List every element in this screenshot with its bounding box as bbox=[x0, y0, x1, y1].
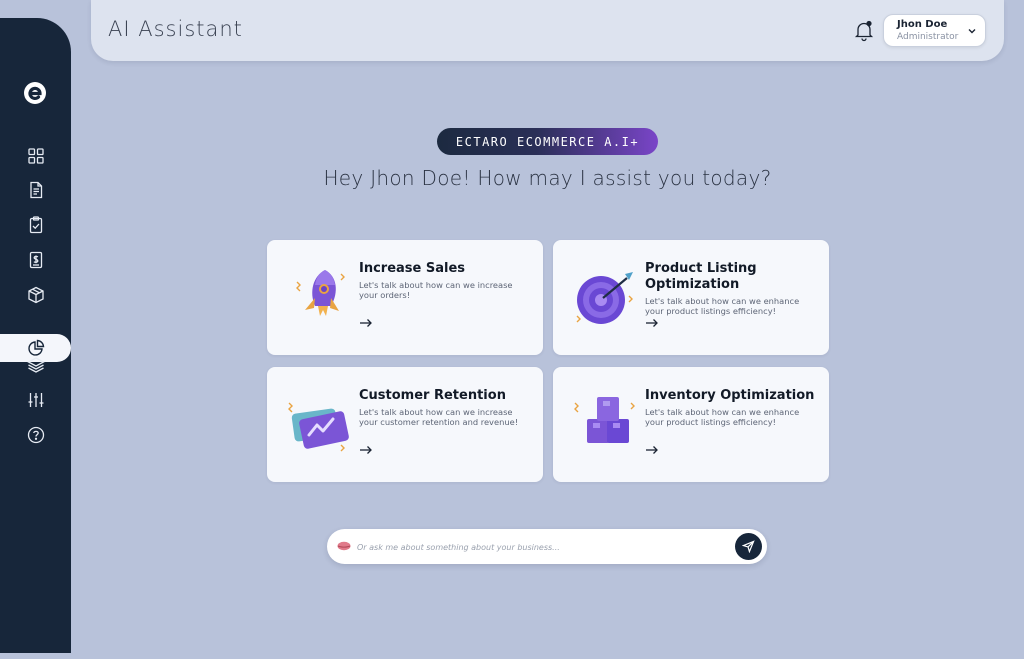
send-icon bbox=[742, 540, 755, 553]
card-description: Let's talk about how can we increase you… bbox=[359, 280, 513, 300]
arrow-right-icon[interactable] bbox=[359, 318, 373, 328]
card-title: Customer Retention bbox=[359, 388, 506, 403]
help-circle-icon bbox=[27, 426, 44, 444]
sidebar-item-dashboard[interactable] bbox=[0, 142, 71, 170]
clipboard-check-icon bbox=[29, 216, 42, 234]
card-title: Increase Sales bbox=[359, 261, 466, 276]
sidebar-item-products[interactable] bbox=[0, 281, 71, 309]
chat-input[interactable] bbox=[357, 537, 727, 557]
target-icon bbox=[576, 272, 633, 324]
sidebar-item-settings[interactable] bbox=[0, 386, 71, 414]
bell-icon bbox=[854, 20, 874, 42]
lips-emoji-icon bbox=[337, 541, 351, 551]
user-role: Administrator bbox=[897, 32, 959, 42]
product-badge: ECTARO ECOMMERCE A.I+ bbox=[437, 128, 658, 155]
sidebar-item-layers[interactable] bbox=[0, 351, 71, 379]
credit-card-icon bbox=[288, 402, 349, 452]
card-description: Let's talk about how can we enhance your… bbox=[645, 407, 800, 427]
page-title: AI Assistant bbox=[108, 17, 243, 41]
card-description: Let's talk about how can we enhance your… bbox=[645, 296, 800, 316]
user-name: Jhon Doe bbox=[897, 19, 948, 30]
suggestion-card-increase-sales[interactable]: Increase Sales Let's talk about how can … bbox=[267, 240, 543, 355]
invoice-dollar-icon bbox=[29, 251, 42, 269]
sidebar-item-tasks[interactable] bbox=[0, 211, 71, 239]
layers-icon bbox=[26, 357, 45, 373]
rocket-icon bbox=[296, 270, 345, 316]
sidebar bbox=[0, 18, 71, 653]
arrow-right-icon[interactable] bbox=[359, 445, 373, 455]
send-button[interactable] bbox=[735, 533, 762, 560]
card-description: Let's talk about how can we increase you… bbox=[359, 407, 519, 427]
sidebar-item-documents[interactable] bbox=[0, 176, 71, 204]
suggestion-card-product-listing[interactable]: Product Listing Optimization Let's talk … bbox=[553, 240, 829, 355]
sidebar-item-billing[interactable] bbox=[0, 246, 71, 274]
document-icon bbox=[29, 181, 42, 199]
boxes-icon bbox=[574, 397, 635, 443]
top-header: AI Assistant Jhon Doe Administrator bbox=[91, 0, 1004, 61]
arrow-right-icon[interactable] bbox=[645, 318, 659, 328]
greeting-heading: Hey Jhon Doe! How may I assist you today… bbox=[323, 166, 772, 190]
sliders-icon bbox=[28, 393, 43, 407]
suggestion-card-inventory[interactable]: Inventory Optimization Let's talk about … bbox=[553, 367, 829, 482]
card-title: Inventory Optimization bbox=[645, 388, 815, 403]
chevron-down-icon bbox=[968, 29, 976, 34]
chat-input-bar bbox=[327, 529, 767, 564]
sidebar-item-help[interactable] bbox=[0, 421, 71, 449]
ectaro-logo-icon[interactable] bbox=[22, 80, 48, 106]
card-title: Product Listing Optimization bbox=[645, 261, 757, 292]
user-menu-dropdown[interactable]: Jhon Doe Administrator bbox=[883, 14, 986, 47]
notification-button[interactable] bbox=[854, 20, 874, 42]
package-box-icon bbox=[27, 286, 44, 304]
suggestion-card-customer-retention[interactable]: Customer Retention Let's talk about how … bbox=[267, 367, 543, 482]
arrow-right-icon[interactable] bbox=[645, 445, 659, 455]
dashboard-grid-icon bbox=[27, 148, 44, 164]
